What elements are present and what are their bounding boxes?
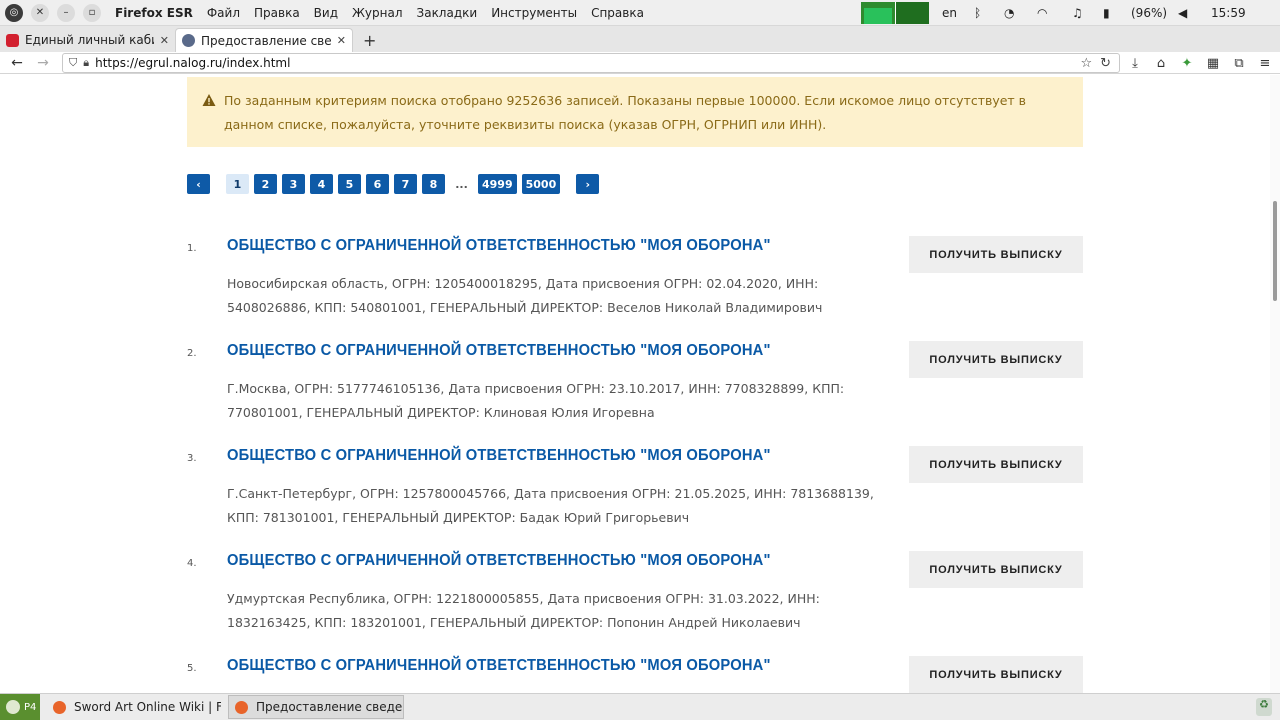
tab-title: Предоставление сведен: [201, 33, 331, 48]
system-menu-bar: ◎ ✕ – ▫ Firefox ESR Файл Правка Вид Журн…: [0, 0, 1280, 26]
page-5000[interactable]: 5000: [521, 174, 561, 194]
page-6[interactable]: 6: [366, 174, 389, 194]
taskbar-task-active[interactable]: Предоставление сведен...: [228, 695, 404, 719]
get-extract-button[interactable]: ПОЛУЧИТЬ ВЫПИСКУ: [909, 446, 1083, 483]
page-1[interactable]: 1: [226, 174, 249, 194]
bookmark-star-icon[interactable]: ☆: [1080, 56, 1092, 71]
search-warning-notice: По заданным критериям поиска отобрано 92…: [187, 77, 1083, 147]
page-2[interactable]: 2: [254, 174, 277, 194]
result-company-name-link[interactable]: ОБЩЕСТВО С ОГРАНИЧЕННОЙ ОТВЕТСТВЕННОСТЬЮ…: [227, 447, 771, 465]
tab-egrul[interactable]: Предоставление сведен ✕: [175, 28, 353, 52]
app-name: Firefox ESR: [115, 5, 193, 20]
result-number: 2.: [187, 348, 197, 359]
menu-tools[interactable]: Инструменты: [491, 6, 577, 20]
forward-arrow-icon[interactable]: →: [30, 55, 56, 71]
start-logo-icon: [6, 700, 20, 714]
result-number: 5.: [187, 663, 197, 674]
result-number: 3.: [187, 453, 197, 464]
warning-icon: [202, 94, 216, 106]
tab-lk[interactable]: Единый личный кабине ✕: [0, 28, 175, 52]
system-logo-icon[interactable]: ◎: [5, 3, 23, 22]
new-tab-button[interactable]: +: [363, 28, 376, 52]
page-4999[interactable]: 4999: [478, 174, 517, 194]
start-menu-button[interactable]: P4: [0, 693, 40, 720]
pagination-next-chevron-icon[interactable]: ›: [576, 174, 600, 194]
trash-icon[interactable]: ♻: [1256, 698, 1272, 716]
result-details: Г.Санкт-Петербург, ОГРН: 1257800045766, …: [227, 486, 874, 525]
bluetooth-icon[interactable]: ᛒ: [974, 0, 981, 26]
workspace-label: P4: [24, 701, 37, 713]
get-extract-button[interactable]: ПОЛУЧИТЬ ВЫПИСКУ: [909, 341, 1083, 378]
volume-icon[interactable]: ◀: [1178, 0, 1187, 26]
shield-icon[interactable]: ⛉: [69, 56, 77, 70]
window-minimize-button[interactable]: –: [57, 3, 75, 22]
page-3[interactable]: 3: [282, 174, 305, 194]
tab-close-icon[interactable]: ✕: [160, 34, 169, 47]
extensions-puzzle-icon[interactable]: ⧉: [1226, 56, 1252, 71]
menu-edit[interactable]: Правка: [254, 6, 300, 20]
tab-close-icon[interactable]: ✕: [337, 34, 346, 47]
battery-percent: (96%): [1131, 6, 1168, 20]
pagination-ellipsis: ...: [455, 177, 468, 191]
lock-icon[interactable]: 🔒︎: [83, 56, 89, 70]
url-text[interactable]: https://egrul.nalog.ru/index.html: [95, 56, 1080, 70]
result-details: Удмуртская Республика, ОГРН: 12218000058…: [227, 591, 820, 630]
tab-favicon-icon: [182, 34, 195, 47]
scrollbar-thumb[interactable]: [1273, 201, 1277, 301]
taskbar: P4 Sword Art Online Wiki | F... Предоста…: [0, 693, 1280, 720]
taskbar-task[interactable]: Sword Art Online Wiki | F...: [46, 695, 222, 719]
update-notifier-icon[interactable]: ◔: [1004, 0, 1014, 26]
menu-view[interactable]: Вид: [314, 6, 338, 20]
pagination-prev-chevron-icon[interactable]: ‹: [187, 174, 210, 194]
result-company-name-link[interactable]: ОБЩЕСТВО С ОГРАНИЧЕННОЙ ОТВЕТСТВЕННОСТЬЮ…: [227, 237, 771, 255]
task-title: Предоставление сведен...: [256, 700, 403, 714]
result-company-name-link[interactable]: ОБЩЕСТВО С ОГРАНИЧЕННОЙ ОТВЕТСТВЕННОСТЬЮ…: [227, 657, 771, 675]
menu-file[interactable]: Файл: [207, 6, 240, 20]
menu-history[interactable]: Журнал: [352, 6, 403, 20]
download-icon[interactable]: ⤓: [1122, 56, 1148, 71]
page-7[interactable]: 7: [394, 174, 417, 194]
result-company-name-link[interactable]: ОБЩЕСТВО С ОГРАНИЧЕННОЙ ОТВЕТСТВЕННОСТЬЮ…: [227, 552, 771, 570]
menu-help[interactable]: Справка: [591, 6, 644, 20]
get-extract-button[interactable]: ПОЛУЧИТЬ ВЫПИСКУ: [909, 236, 1083, 273]
page-8[interactable]: 8: [422, 174, 445, 194]
extension-leaf-icon[interactable]: ✦: [1174, 56, 1200, 71]
get-extract-button[interactable]: ПОЛУЧИТЬ ВЫПИСКУ: [909, 656, 1083, 693]
get-extract-button[interactable]: ПОЛУЧИТЬ ВЫПИСКУ: [909, 551, 1083, 588]
menu-hamburger-icon[interactable]: ≡: [1252, 56, 1278, 71]
tab-favicon-icon: [6, 33, 19, 47]
tab-bar: Единый личный кабине ✕ Предоставление св…: [0, 26, 1280, 52]
result-number: 4.: [187, 558, 197, 569]
notice-text: По заданным критериям поиска отобрано 92…: [224, 93, 1027, 132]
back-arrow-icon[interactable]: ←: [4, 55, 30, 71]
tab-title: Единый личный кабине: [25, 33, 154, 47]
navigation-bar: ← → ⛉ 🔒︎ https://egrul.nalog.ru/index.ht…: [0, 52, 1280, 74]
clock[interactable]: 15:59: [1211, 0, 1246, 26]
reload-icon[interactable]: ↻: [1100, 56, 1111, 71]
menu-bookmarks[interactable]: Закладки: [417, 6, 478, 20]
result-company-name-link[interactable]: ОБЩЕСТВО С ОГРАНИЧЕННОЙ ОТВЕТСТВЕННОСТЬЮ…: [227, 342, 771, 360]
task-title: Sword Art Online Wiki | F...: [74, 700, 221, 714]
result-number: 1.: [187, 243, 197, 254]
result-details: Г.Москва, ОГРН: 5177746105136, Дата прис…: [227, 381, 845, 420]
pocket-icon[interactable]: ⌂: [1148, 56, 1174, 71]
url-bar[interactable]: ⛉ 🔒︎ https://egrul.nalog.ru/index.html ☆…: [62, 53, 1120, 73]
window-close-button[interactable]: ✕: [31, 3, 49, 22]
wifi-icon[interactable]: ◠: [1037, 0, 1047, 26]
page-content: По заданным критериям поиска отобрано 92…: [0, 75, 1270, 693]
pagination: ‹ 1 2 3 4 5 6 7 8 ... 4999 5000 ›: [187, 173, 604, 195]
firefox-icon: [235, 700, 248, 714]
apps-grid-icon[interactable]: ▦: [1200, 56, 1226, 71]
keyboard-layout[interactable]: en: [942, 0, 957, 26]
page-4[interactable]: 4: [310, 174, 333, 194]
cpu-monitor-graph: [861, 2, 929, 24]
notification-bell-icon[interactable]: ♫: [1072, 0, 1083, 26]
page-5[interactable]: 5: [338, 174, 361, 194]
firefox-icon: [53, 700, 66, 714]
result-details: Новосибирская область, ОГРН: 12054000182…: [227, 276, 823, 315]
window-maximize-button[interactable]: ▫: [83, 3, 101, 22]
page-scrollbar[interactable]: [1270, 75, 1280, 693]
battery-icon[interactable]: ▮: [1103, 0, 1110, 26]
